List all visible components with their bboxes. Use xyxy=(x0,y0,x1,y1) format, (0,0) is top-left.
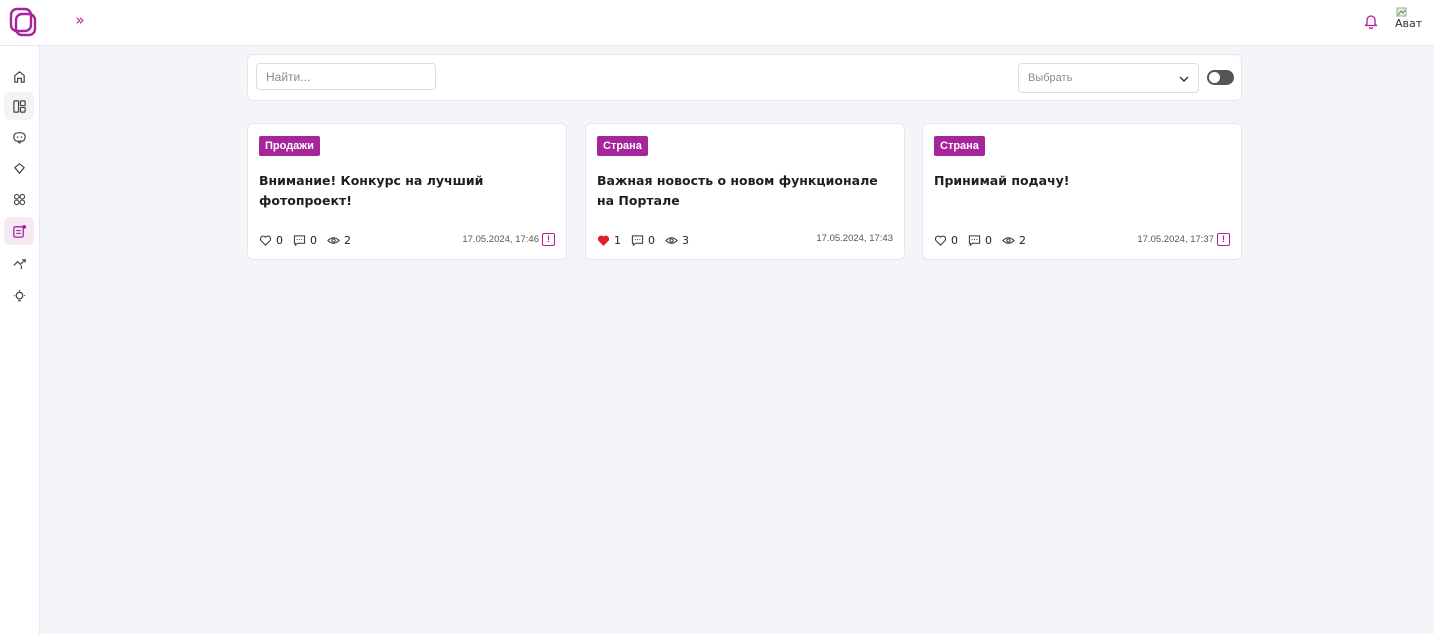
news-title: Принимай подачу! xyxy=(934,173,1070,188)
publish-date: 17.05.2024, 17:46 xyxy=(462,234,539,245)
eye-icon xyxy=(327,236,340,244)
card-date: 17.05.2024, 17:46 ! xyxy=(462,233,555,246)
views-stat: 2 xyxy=(327,234,351,247)
publish-date: 17.05.2024, 17:37 xyxy=(1137,234,1214,245)
toggle-knob xyxy=(1209,72,1220,83)
comments-button[interactable]: 0 xyxy=(631,234,655,247)
like-count: 0 xyxy=(951,233,958,247)
views-stat: 2 xyxy=(1002,234,1026,247)
analytics-icon xyxy=(12,258,26,269)
view-count: 2 xyxy=(344,233,351,247)
comments-button[interactable]: 0 xyxy=(968,234,992,247)
comment-count: 0 xyxy=(310,233,317,247)
heart-outline-icon xyxy=(259,235,272,246)
idea-icon xyxy=(13,289,25,301)
filter-toolbar: Выбрать xyxy=(247,54,1242,101)
sidebar-item-news[interactable] xyxy=(4,217,34,245)
chat-icon xyxy=(12,131,26,144)
view-count: 3 xyxy=(682,233,689,247)
news-icon xyxy=(12,224,26,238)
report-icon[interactable]: ! xyxy=(542,233,555,246)
card-stats: 0 0 2 xyxy=(934,232,1036,248)
card-stats: 1 0 3 xyxy=(597,232,699,248)
news-card[interactable]: Продажи Внимание! Конкурс на лучший фото… xyxy=(247,123,567,260)
expand-sidebar-button[interactable]: » xyxy=(70,10,90,30)
comment-icon xyxy=(968,234,981,246)
select-value: Выбрать xyxy=(1028,72,1073,84)
category-badge: Страна xyxy=(597,136,648,156)
heart-outline-icon xyxy=(934,235,947,246)
comments-button[interactable]: 0 xyxy=(293,234,317,247)
views-stat: 3 xyxy=(665,234,689,247)
like-count: 1 xyxy=(614,233,621,247)
report-icon[interactable]: ! xyxy=(1217,233,1230,246)
comment-count: 0 xyxy=(648,233,655,247)
comment-icon xyxy=(631,234,644,246)
news-title: Внимание! Конкурс на лучший фотопроект! xyxy=(259,173,484,208)
like-count: 0 xyxy=(276,233,283,247)
publish-date: 17.05.2024, 17:43 xyxy=(816,233,893,244)
news-title: Важная новость о новом функционале на По… xyxy=(597,173,878,208)
sidebar xyxy=(0,46,40,634)
category-badge: Страна xyxy=(934,136,985,156)
sidebar-item-tags[interactable] xyxy=(4,154,34,182)
news-card[interactable]: Страна Принимай подачу! 0 0 2 17.05.2024… xyxy=(922,123,1242,260)
heart-filled-icon xyxy=(597,235,610,246)
comment-count: 0 xyxy=(985,233,992,247)
bell-icon[interactable] xyxy=(1364,13,1378,30)
avatar[interactable]: Ават xyxy=(1392,6,1432,40)
sidebar-item-chat[interactable] xyxy=(4,123,34,151)
logo-icon[interactable] xyxy=(8,6,38,38)
category-badge: Продажи xyxy=(259,136,320,156)
sidebar-item-apps[interactable] xyxy=(4,185,34,213)
news-card[interactable]: Страна Важная новость о новом функционал… xyxy=(585,123,905,260)
comment-icon xyxy=(293,234,306,246)
search-input[interactable] xyxy=(256,63,436,90)
sidebar-item-ideas[interactable] xyxy=(4,282,34,310)
like-button[interactable]: 0 xyxy=(934,234,958,247)
dashboard-icon xyxy=(12,99,26,113)
avatar-alt-text: Ават xyxy=(1395,17,1423,30)
eye-icon xyxy=(1002,236,1015,244)
home-icon xyxy=(13,70,25,83)
eye-icon xyxy=(665,236,678,244)
chevron-down-icon xyxy=(1179,76,1189,82)
top-header: » Ават xyxy=(0,0,1434,46)
view-toggle[interactable] xyxy=(1207,70,1234,85)
sidebar-item-home[interactable] xyxy=(4,62,34,90)
card-date: 17.05.2024, 17:37 ! xyxy=(1137,233,1230,246)
like-button[interactable]: 0 xyxy=(259,234,283,247)
sidebar-item-analytics[interactable] xyxy=(4,249,34,277)
like-button[interactable]: 1 xyxy=(597,234,621,247)
tag-icon xyxy=(13,162,25,174)
card-stats: 0 0 2 xyxy=(259,232,361,248)
apps-icon xyxy=(13,193,25,205)
sidebar-item-dashboard[interactable] xyxy=(4,92,34,120)
view-count: 2 xyxy=(1019,233,1026,247)
card-date: 17.05.2024, 17:43 xyxy=(816,233,893,244)
category-select[interactable]: Выбрать xyxy=(1018,63,1199,93)
